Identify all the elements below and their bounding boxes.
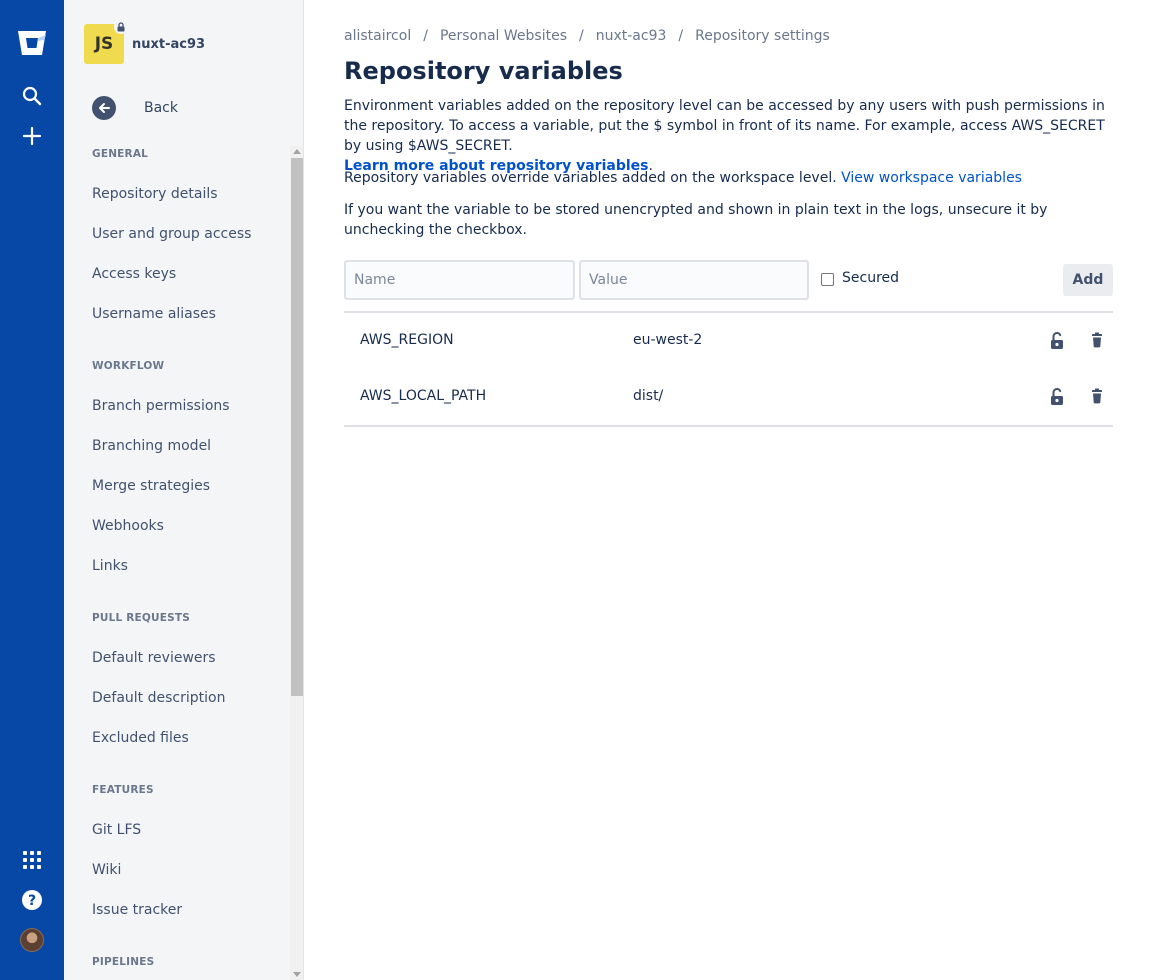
lock-icon [114,20,128,34]
secured-checkbox[interactable] [821,273,834,286]
intro-paragraph: Environment variables added on the repos… [344,96,1113,176]
sidebar-item-git-lfs[interactable]: Git LFS [64,810,290,850]
secured-label: Secured [842,270,900,286]
scroll-up-arrow-icon[interactable] [293,149,301,154]
unsecure-paragraph: If you want the variable to be stored un… [344,200,1113,240]
sidebar-item-webhooks[interactable]: Webhooks [64,506,290,546]
back-button[interactable]: Back [92,96,178,120]
sidebar-item-merge-strategies[interactable]: Merge strategies [64,466,290,506]
user-avatar[interactable] [16,924,48,956]
section-title-pull-requests: PULL REQUESTS [92,612,191,624]
arrow-left-icon [92,96,116,120]
scroll-down-arrow-icon[interactable] [293,972,301,977]
sidebar-item-issue-tracker[interactable]: Issue tracker [64,890,290,930]
section-title-pipelines: PIPELINES [92,956,155,968]
variable-value-input[interactable] [579,260,809,300]
variable-name: AWS_LOCAL_PATH [360,388,487,404]
trash-icon[interactable] [1087,387,1107,407]
breadcrumb: alistaircol / Personal Websites / nuxt-ac93 /… [344,28,830,44]
help-icon[interactable]: ? [16,884,48,916]
repo-avatar: JS [84,20,128,64]
variable-value: eu-west-2 [633,332,703,348]
breadcrumb-separator: / [423,28,428,44]
trash-icon[interactable] [1087,331,1107,351]
breadcrumb-item-repository[interactable]: nuxt-ac93 [596,28,667,44]
override-text: Repository variables override variables … [344,170,837,186]
settings-menu: GENERAL Repository details User and grou… [64,146,290,970]
workspace-variables-link[interactable]: View workspace variables [841,170,1022,186]
sidebar: JS nuxt-ac93 Back GENERAL Repository det… [64,0,304,980]
app-switcher-icon[interactable] [16,844,48,876]
sidebar-item-wiki[interactable]: Wiki [64,850,290,890]
unsecure-text: If you want the variable to be stored un… [344,202,1048,238]
table-row: AWS_LOCAL_PATH dist/ [344,369,1113,425]
global-nav: ? [0,0,64,980]
intro-text: Environment variables added on the repos… [344,98,1105,154]
repo-avatar-text: JS [94,34,114,54]
avatar-image [20,928,44,952]
sidebar-item-default-reviewers[interactable]: Default reviewers [64,638,290,678]
variable-name-input[interactable] [344,260,575,300]
sidebar-scrollbar[interactable] [290,146,303,980]
sidebar-item-branch-permissions[interactable]: Branch permissions [64,386,290,426]
sidebar-item-excluded-files[interactable]: Excluded files [64,718,290,758]
breadcrumb-item-settings[interactable]: Repository settings [695,28,830,44]
back-label: Back [144,100,178,116]
sidebar-item-branching-model[interactable]: Branching model [64,426,290,466]
breadcrumb-item-workspace[interactable]: alistaircol [344,28,411,44]
sidebar-item-repository-details[interactable]: Repository details [64,174,290,214]
section-title-workflow: WORKFLOW [92,360,165,372]
unlock-icon[interactable] [1047,387,1067,407]
svg-text:?: ? [28,893,36,909]
unlock-icon[interactable] [1047,331,1067,351]
add-variable-form: Secured Add [344,260,1113,300]
override-paragraph: Repository variables override variables … [344,168,1113,188]
scrollbar-thumb[interactable] [291,158,303,696]
repo-header[interactable]: JS nuxt-ac93 [84,20,206,64]
variable-name: AWS_REGION [360,332,454,348]
section-title-features: FEATURES [92,784,154,796]
sidebar-item-username-aliases[interactable]: Username aliases [64,294,290,334]
sidebar-item-links[interactable]: Links [64,546,290,586]
search-icon[interactable] [16,80,48,112]
table-row: AWS_REGION eu-west-2 [344,313,1113,369]
variable-value: dist/ [633,388,664,404]
sidebar-item-access-keys[interactable]: Access keys [64,254,290,294]
sidebar-item-user-and-group-access[interactable]: User and group access [64,214,290,254]
plus-icon[interactable] [16,120,48,152]
sidebar-item-default-description[interactable]: Default description [64,678,290,718]
breadcrumb-separator: / [579,28,584,44]
section-title-general: GENERAL [92,148,149,160]
breadcrumb-separator: / [678,28,684,44]
page-title: Repository variables [344,57,623,85]
repo-name: nuxt-ac93 [132,36,206,52]
bitbucket-logo-icon[interactable] [16,27,48,59]
variables-table: AWS_REGION eu-west-2 AWS_LOCAL_PATH dist… [344,311,1113,427]
add-button[interactable]: Add [1063,264,1113,296]
breadcrumb-item-project[interactable]: Personal Websites [440,28,567,44]
